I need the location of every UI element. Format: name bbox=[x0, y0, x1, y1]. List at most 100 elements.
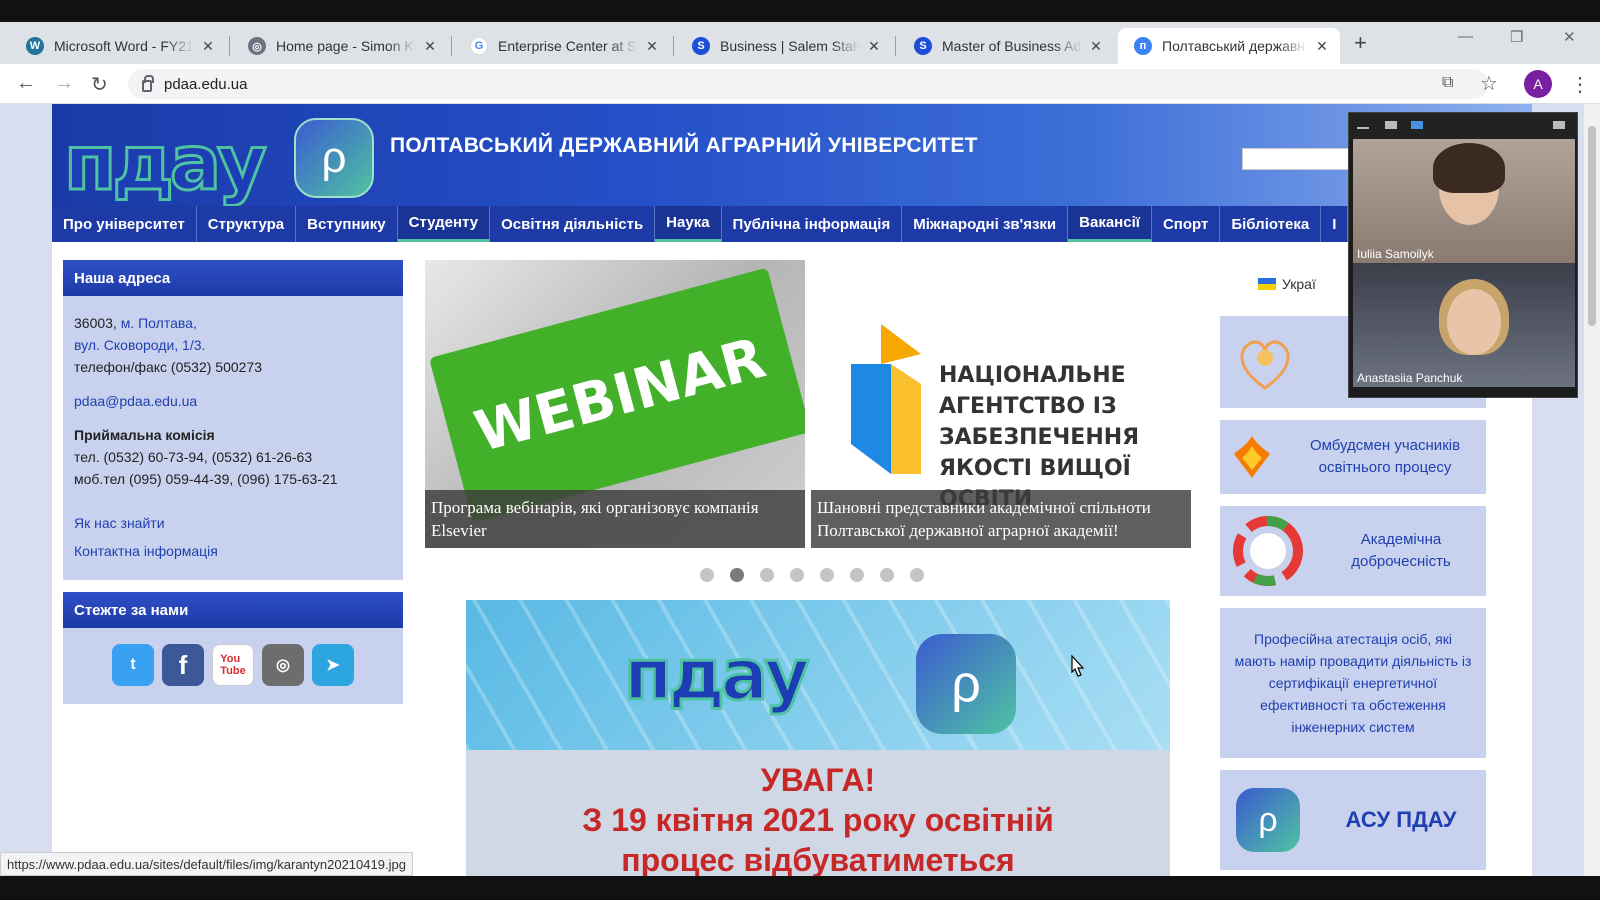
website-page: пдау ρ ПОЛТАВСЬКИЙ ДЕРЖАВНИЙ АГРАРНИЙ УН… bbox=[52, 104, 1532, 876]
find-us-link[interactable]: Як нас знайти bbox=[74, 515, 165, 531]
facebook-icon[interactable]: f bbox=[162, 644, 204, 686]
instagram-icon[interactable]: ◎ bbox=[262, 644, 304, 686]
street-link[interactable]: вул. Сковороди, 1/3. bbox=[74, 337, 205, 353]
nav-item[interactable]: І bbox=[1321, 206, 1349, 242]
admission-mobile: моб.тел (095) 059-44-39, (096) 175-63-21 bbox=[74, 471, 338, 487]
close-tab-icon[interactable]: ✕ bbox=[644, 38, 660, 55]
forward-icon[interactable]: → bbox=[54, 72, 74, 95]
close-tab-icon[interactable]: ✕ bbox=[1088, 38, 1104, 55]
expand-video-icon[interactable] bbox=[1553, 121, 1565, 129]
nav-item[interactable]: Міжнародні зв'язки bbox=[902, 206, 1069, 242]
nav-item[interactable]: Вступнику bbox=[296, 206, 398, 242]
slider-dot[interactable] bbox=[880, 568, 894, 582]
slide-caption: Програма вебінарів, які організовує комп… bbox=[425, 490, 805, 548]
browser-tab[interactable]: G Enterprise Center at Sal ✕ bbox=[454, 28, 670, 64]
close-window-icon[interactable]: ✕ bbox=[1563, 28, 1576, 46]
url-field[interactable]: pdaa.edu.ua bbox=[128, 69, 1488, 99]
close-tab-icon[interactable]: ✕ bbox=[200, 38, 216, 55]
status-bar-url: https://www.pdaa.edu.ua/sites/default/fi… bbox=[0, 852, 413, 876]
tab-title: Enterprise Center at Sal bbox=[498, 38, 638, 54]
nav-item[interactable]: Спорт bbox=[1152, 206, 1221, 242]
close-tab-icon[interactable]: ✕ bbox=[1314, 38, 1330, 55]
asu-card[interactable]: ρ АСУ ПДАУ bbox=[1220, 770, 1486, 870]
nav-item[interactable]: Бібліотека bbox=[1220, 206, 1322, 242]
ukraine-flag-icon bbox=[1258, 278, 1276, 290]
lock-icon[interactable] bbox=[142, 75, 154, 92]
nav-item[interactable]: Наука bbox=[655, 206, 722, 242]
participant-video-tile[interactable]: Anastasiia Panchuk bbox=[1353, 263, 1575, 387]
slider-dot[interactable] bbox=[820, 568, 834, 582]
minimize-icon[interactable]: — bbox=[1458, 28, 1473, 45]
language-switcher[interactable]: Украї bbox=[1258, 276, 1316, 292]
ombudsman-card[interactable]: Омбудсмен учасників освітнього процесу bbox=[1220, 420, 1486, 494]
slider-dot[interactable] bbox=[850, 568, 864, 582]
browser-tab[interactable]: S Business | Salem State U ✕ bbox=[676, 28, 892, 64]
scrollbar-thumb[interactable] bbox=[1588, 126, 1596, 326]
participant-hair bbox=[1433, 143, 1505, 193]
logo-mark-icon[interactable]: ρ bbox=[294, 118, 374, 198]
left-sidebar: Наша адреса 36003, м. Полтава, вул. Сков… bbox=[63, 260, 403, 704]
close-tab-icon[interactable]: ✕ bbox=[422, 38, 438, 55]
browser-tab[interactable]: ◎ Home page - Simon Ku ✕ bbox=[232, 28, 448, 64]
nav-item[interactable]: Про університет bbox=[52, 206, 197, 242]
news-slider: WEBINAR Програма вебінарів, які організо… bbox=[425, 260, 1191, 548]
nav-item[interactable]: Освітня діяльність bbox=[490, 206, 656, 242]
slider-dot[interactable] bbox=[760, 568, 774, 582]
banner-process-line: процес відбуватиметься bbox=[621, 842, 1015, 876]
slide-webinar[interactable]: WEBINAR Програма вебінарів, які організо… bbox=[425, 260, 805, 548]
slider-dot-active[interactable] bbox=[730, 568, 744, 582]
close-tab-icon[interactable]: ✕ bbox=[866, 38, 882, 55]
globe-icon: ◎ bbox=[248, 37, 266, 55]
os-top-bar bbox=[0, 0, 1600, 22]
browser-tab-active[interactable]: п Полтавський державн ✕ bbox=[1118, 28, 1340, 64]
new-tab-button[interactable]: + bbox=[1354, 30, 1367, 56]
naqa-logo-icon bbox=[851, 324, 921, 474]
speaker-view-icon[interactable] bbox=[1411, 121, 1423, 129]
back-icon[interactable]: ← bbox=[16, 72, 36, 95]
webinar-image-text: WEBINAR bbox=[468, 325, 772, 465]
nav-item[interactable]: Студенту bbox=[397, 206, 491, 242]
profile-avatar[interactable]: A bbox=[1524, 70, 1552, 98]
reload-icon[interactable]: ↻ bbox=[91, 72, 108, 97]
city-link[interactable]: м. Полтава, bbox=[121, 315, 197, 331]
site-logo[interactable]: пдау bbox=[63, 117, 269, 209]
twitter-icon[interactable]: t bbox=[112, 644, 154, 686]
slider-dot[interactable] bbox=[700, 568, 714, 582]
bookmark-star-icon[interactable]: ☆ bbox=[1480, 71, 1498, 96]
video-panel-toolbar bbox=[1349, 113, 1577, 139]
gallery-view-icon[interactable] bbox=[1385, 121, 1397, 129]
quarantine-banner[interactable]: пдау ρ УВАГА! З 19 квітня 2021 року осві… bbox=[466, 600, 1170, 876]
tab-title: Home page - Simon Ku bbox=[276, 38, 416, 54]
browser-tab-strip: W Microsoft Word - FY21- ✕ ◎ Home page -… bbox=[0, 22, 1600, 64]
slider-dot[interactable] bbox=[790, 568, 804, 582]
browser-tab[interactable]: W Microsoft Word - FY21- ✕ bbox=[10, 28, 226, 64]
admission-title: Приймальна комісія bbox=[74, 427, 215, 443]
email-link[interactable]: pdaa@pdaa.edu.ua bbox=[74, 393, 197, 409]
participant-name: Anastasiia Panchuk bbox=[1357, 371, 1463, 385]
certification-card[interactable]: Професійна атестація осіб, які мають нам… bbox=[1220, 608, 1486, 758]
youtube-icon[interactable]: You Tube bbox=[212, 644, 254, 686]
menu-kebab-icon[interactable]: ⋮ bbox=[1570, 72, 1590, 97]
translate-icon[interactable]: ⧉ bbox=[1442, 74, 1453, 92]
browser-tab[interactable]: S Master of Business Adm ✕ bbox=[898, 28, 1114, 64]
minimize-video-icon[interactable] bbox=[1357, 127, 1369, 129]
contact-info-link[interactable]: Контактна інформація bbox=[74, 543, 218, 559]
slider-dot[interactable] bbox=[910, 568, 924, 582]
telegram-icon[interactable]: ➤ bbox=[312, 644, 354, 686]
university-name: ПОЛТАВСЬКИЙ ДЕРЖАВНИЙ АГРАРНИЙ УНІВЕРСИТ… bbox=[390, 134, 978, 157]
salem-icon: S bbox=[692, 37, 710, 55]
nav-item[interactable]: Вакансії bbox=[1068, 206, 1152, 242]
nav-item[interactable]: Публічна інформація bbox=[722, 206, 903, 242]
nav-item[interactable]: Структура bbox=[197, 206, 297, 242]
tab-title: Microsoft Word - FY21- bbox=[54, 38, 194, 54]
pdau-icon: п bbox=[1134, 37, 1152, 55]
page-scrollbar[interactable] bbox=[1584, 104, 1600, 876]
page-viewport: пдау ρ ПОЛТАВСЬКИЙ ДЕРЖАВНИЙ АГРАРНИЙ УН… bbox=[0, 104, 1584, 876]
participant-name: Iuliia Samoilyk bbox=[1357, 247, 1434, 261]
participant-video-tile[interactable]: Iuliia Samoilyk bbox=[1353, 139, 1575, 263]
banner-logo: пдау bbox=[623, 633, 812, 718]
slide-naqa[interactable]: НАЦІОНАЛЬНЕ АГЕНТСТВО ІЗ ЗАБЕЗПЕЧЕННЯ ЯК… bbox=[811, 260, 1191, 548]
integrity-card[interactable]: Академічна доброчесність bbox=[1220, 506, 1486, 596]
restore-icon[interactable]: ❐ bbox=[1510, 28, 1523, 46]
main-navigation: Про університет Структура Вступнику Студ… bbox=[52, 206, 1532, 242]
